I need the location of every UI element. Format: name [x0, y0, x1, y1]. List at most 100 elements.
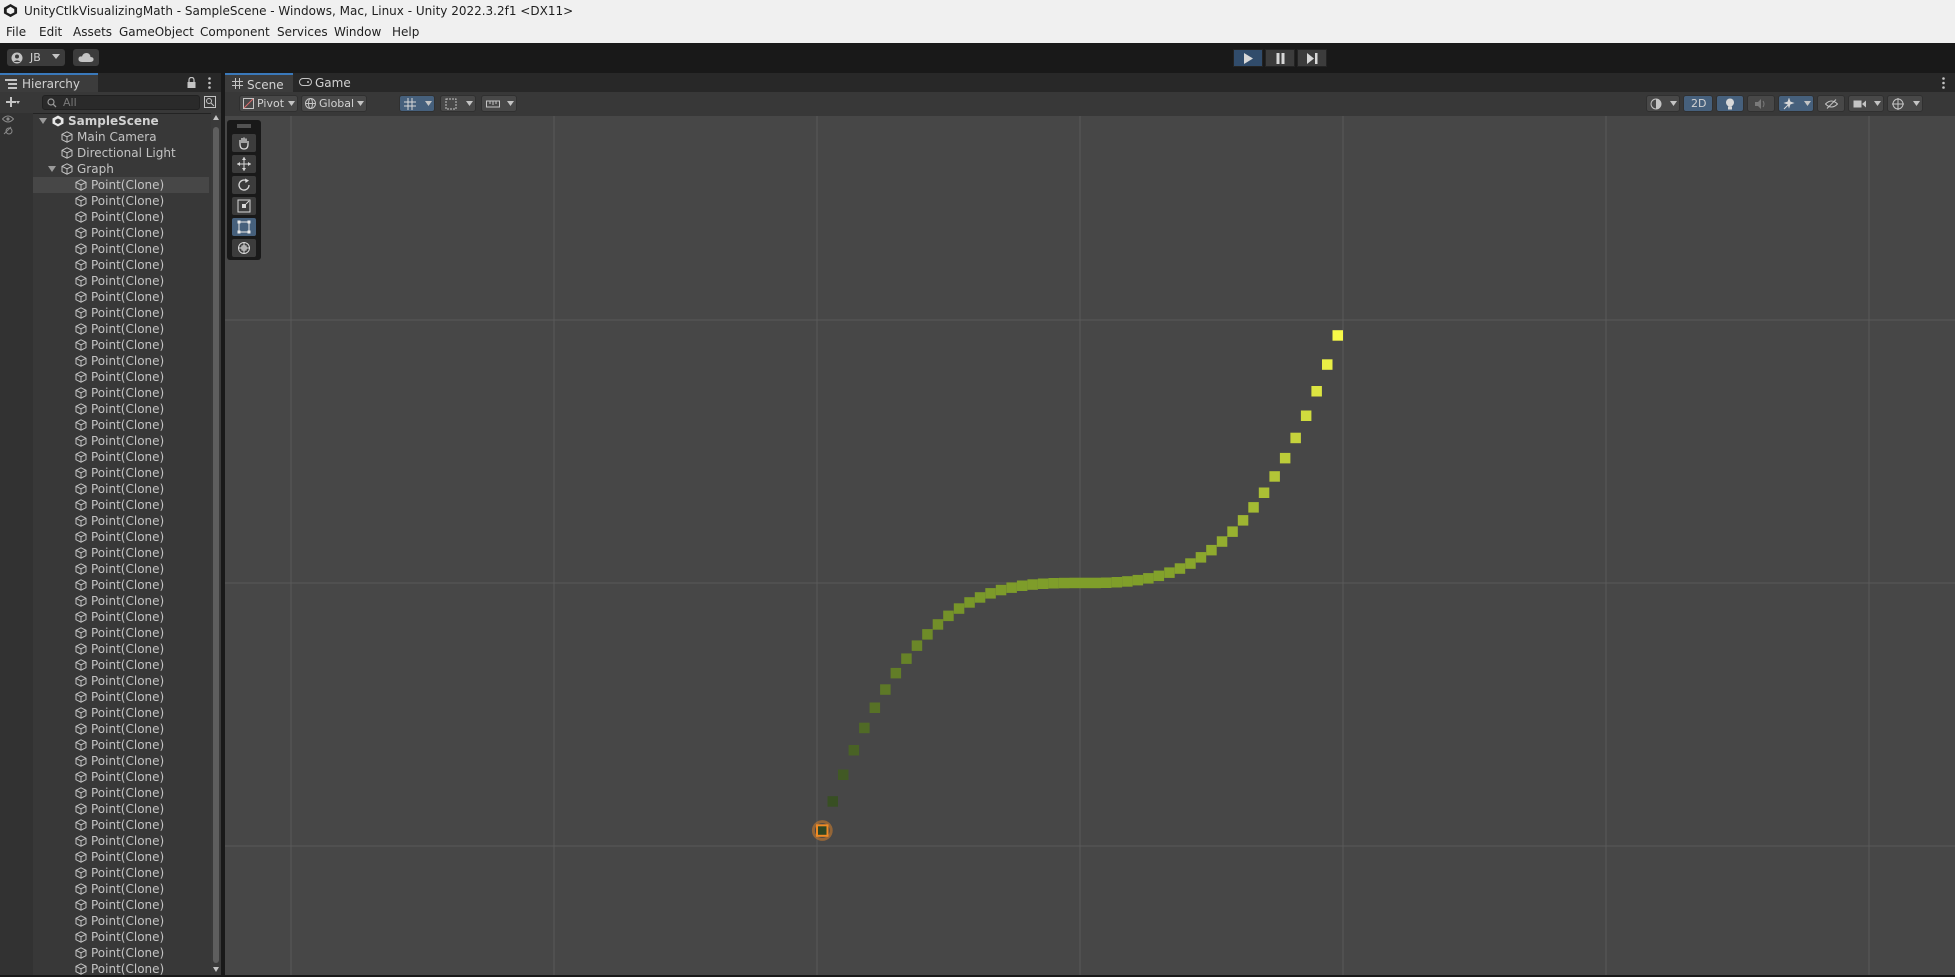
transform-tool-button[interactable] [232, 239, 256, 257]
graph-point[interactable] [901, 653, 912, 664]
graph-point[interactable] [869, 702, 881, 714]
graph-point[interactable] [953, 603, 965, 614]
increment-snap-dropdown[interactable] [481, 95, 517, 112]
graph-point[interactable] [1258, 487, 1270, 499]
draw-mode-dropdown[interactable] [1646, 95, 1680, 112]
effects-dropdown[interactable] [1778, 95, 1814, 112]
hierarchy-item-point-clone[interactable]: Point(Clone) [33, 289, 209, 305]
hierarchy-item-point-clone[interactable]: Point(Clone) [33, 481, 209, 497]
graph-point[interactable] [1290, 432, 1301, 444]
graph-point[interactable] [1132, 574, 1144, 586]
scene-visibility-toggle[interactable] [1817, 95, 1845, 112]
hierarchy-item-point-clone[interactable]: Point(Clone) [33, 513, 209, 529]
hierarchy-item-point-clone[interactable]: Point(Clone) [33, 801, 209, 817]
graph-point[interactable] [1069, 577, 1081, 589]
menu-window[interactable]: Window [334, 25, 381, 39]
graph-point[interactable] [1269, 471, 1280, 482]
graph-point[interactable] [1322, 359, 1333, 370]
graph-point[interactable] [1016, 580, 1028, 592]
foldout-expanded-icon[interactable] [39, 117, 47, 125]
scene-canvas[interactable] [225, 116, 1955, 975]
hierarchy-item-point-clone[interactable]: Point(Clone) [33, 865, 209, 881]
hierarchy-item-point-clone[interactable]: Point(Clone) [33, 353, 209, 369]
graph-point[interactable] [827, 796, 839, 807]
graph-point[interactable] [1332, 330, 1344, 341]
hierarchy-item-point-clone[interactable]: Point(Clone) [33, 689, 209, 705]
kebab-menu-icon[interactable] [1942, 77, 1945, 89]
hierarchy-item-point-clone[interactable]: Point(Clone) [33, 497, 209, 513]
cloud-button[interactable] [73, 49, 99, 66]
scale-tool-button[interactable] [232, 197, 256, 215]
hierarchy-item-point-clone[interactable]: Point(Clone) [33, 833, 209, 849]
account-dropdown[interactable]: JB [7, 49, 65, 66]
graph-point[interactable] [932, 619, 944, 630]
move-tool-button[interactable] [232, 155, 256, 173]
graph-point[interactable] [1090, 577, 1102, 589]
graph-point[interactable] [1300, 410, 1312, 422]
graph-point[interactable] [890, 667, 902, 679]
hierarchy-item-point-clone[interactable]: Point(Clone) [33, 561, 209, 577]
menu-handle-icon[interactable] [237, 124, 251, 128]
step-button[interactable] [1297, 49, 1327, 67]
hierarchy-item-point-clone[interactable]: Point(Clone) [33, 433, 209, 449]
graph-point[interactable] [985, 588, 996, 599]
graph-point[interactable] [964, 597, 975, 608]
graph-point[interactable] [1279, 452, 1291, 464]
hierarchy-item-point-clone[interactable]: Point(Clone) [33, 257, 209, 273]
hierarchy-item-point-clone[interactable]: Point(Clone) [33, 193, 209, 209]
graph-point[interactable] [1006, 582, 1017, 593]
graph-point[interactable] [848, 745, 860, 756]
hierarchy-item-point-clone[interactable]: Point(Clone) [33, 449, 209, 465]
hierarchy-item-point-clone[interactable]: Point(Clone) [33, 929, 209, 945]
grid-snap-toggle[interactable] [399, 95, 435, 112]
hierarchy-item-point-clone[interactable]: Point(Clone) [33, 625, 209, 641]
graph-point[interactable] [974, 592, 986, 603]
tab-hierarchy[interactable]: Hierarchy [0, 73, 98, 92]
graph-points[interactable] [811, 330, 1344, 841]
hierarchy-item-point-clone[interactable]: Point(Clone) [33, 225, 209, 241]
graph-point[interactable] [1143, 573, 1154, 584]
rect-tool-button[interactable] [232, 218, 256, 236]
tab-game[interactable]: Game [293, 73, 361, 92]
hierarchy-item-point-clone[interactable]: Point(Clone) [33, 369, 209, 385]
hierarchy-item-point-clone[interactable]: Point(Clone) [33, 753, 209, 769]
pickable-icon[interactable] [2, 126, 14, 136]
graph-point[interactable] [1311, 386, 1322, 397]
hierarchy-item-point-clone[interactable]: Point(Clone) [33, 609, 209, 625]
hierarchy-item-point-clone[interactable]: Point(Clone) [33, 945, 209, 961]
graph-point[interactable] [1101, 577, 1112, 589]
hierarchy-item-point-clone[interactable]: Point(Clone) [33, 673, 209, 689]
graph-point[interactable] [1080, 577, 1091, 589]
graph-point[interactable] [1195, 552, 1207, 563]
hierarchy-item-directional-light[interactable]: Directional Light [33, 145, 209, 161]
menu-gameobject[interactable]: GameObject [119, 25, 194, 39]
audio-toggle[interactable] [1747, 95, 1775, 112]
graph-point[interactable] [1174, 563, 1186, 574]
menu-assets[interactable]: Assets [73, 25, 112, 39]
menu-edit[interactable]: Edit [39, 25, 62, 39]
graph-point[interactable] [880, 684, 891, 695]
graph-point[interactable] [1206, 544, 1217, 556]
hierarchy-item-point-clone[interactable]: Point(Clone) [33, 545, 209, 561]
toggle-2d-button[interactable]: 2D [1683, 95, 1713, 112]
hierarchy-item-point-clone[interactable]: Point(Clone) [33, 321, 209, 337]
gizmos-dropdown[interactable] [1887, 95, 1923, 112]
graph-point[interactable] [1164, 567, 1175, 578]
graph-point[interactable] [1037, 578, 1049, 590]
hierarchy-item-point-clone[interactable]: Point(Clone) [33, 769, 209, 785]
rotate-tool-button[interactable] [232, 176, 256, 194]
global-dropdown[interactable]: Global [301, 95, 367, 112]
graph-point[interactable] [1059, 577, 1070, 589]
hierarchy-item-point-clone[interactable]: Point(Clone) [33, 337, 209, 353]
graph-point[interactable] [1027, 579, 1038, 590]
camera-settings-dropdown[interactable] [1848, 95, 1884, 112]
menu-file[interactable]: File [6, 25, 26, 39]
hierarchy-item-point-clone[interactable]: Point(Clone) [33, 241, 209, 257]
hierarchy-item-point-clone[interactable]: Point(Clone) [33, 417, 209, 433]
graph-point[interactable] [1227, 526, 1238, 537]
hierarchy-item-point-clone[interactable]: Point(Clone) [33, 465, 209, 481]
hand-tool-button[interactable] [232, 134, 256, 152]
hierarchy-item-main-camera[interactable]: Main Camera [33, 129, 209, 145]
hierarchy-item-point-clone[interactable]: Point(Clone) [33, 401, 209, 417]
hierarchy-scene-root[interactable]: SampleScene [33, 113, 209, 129]
